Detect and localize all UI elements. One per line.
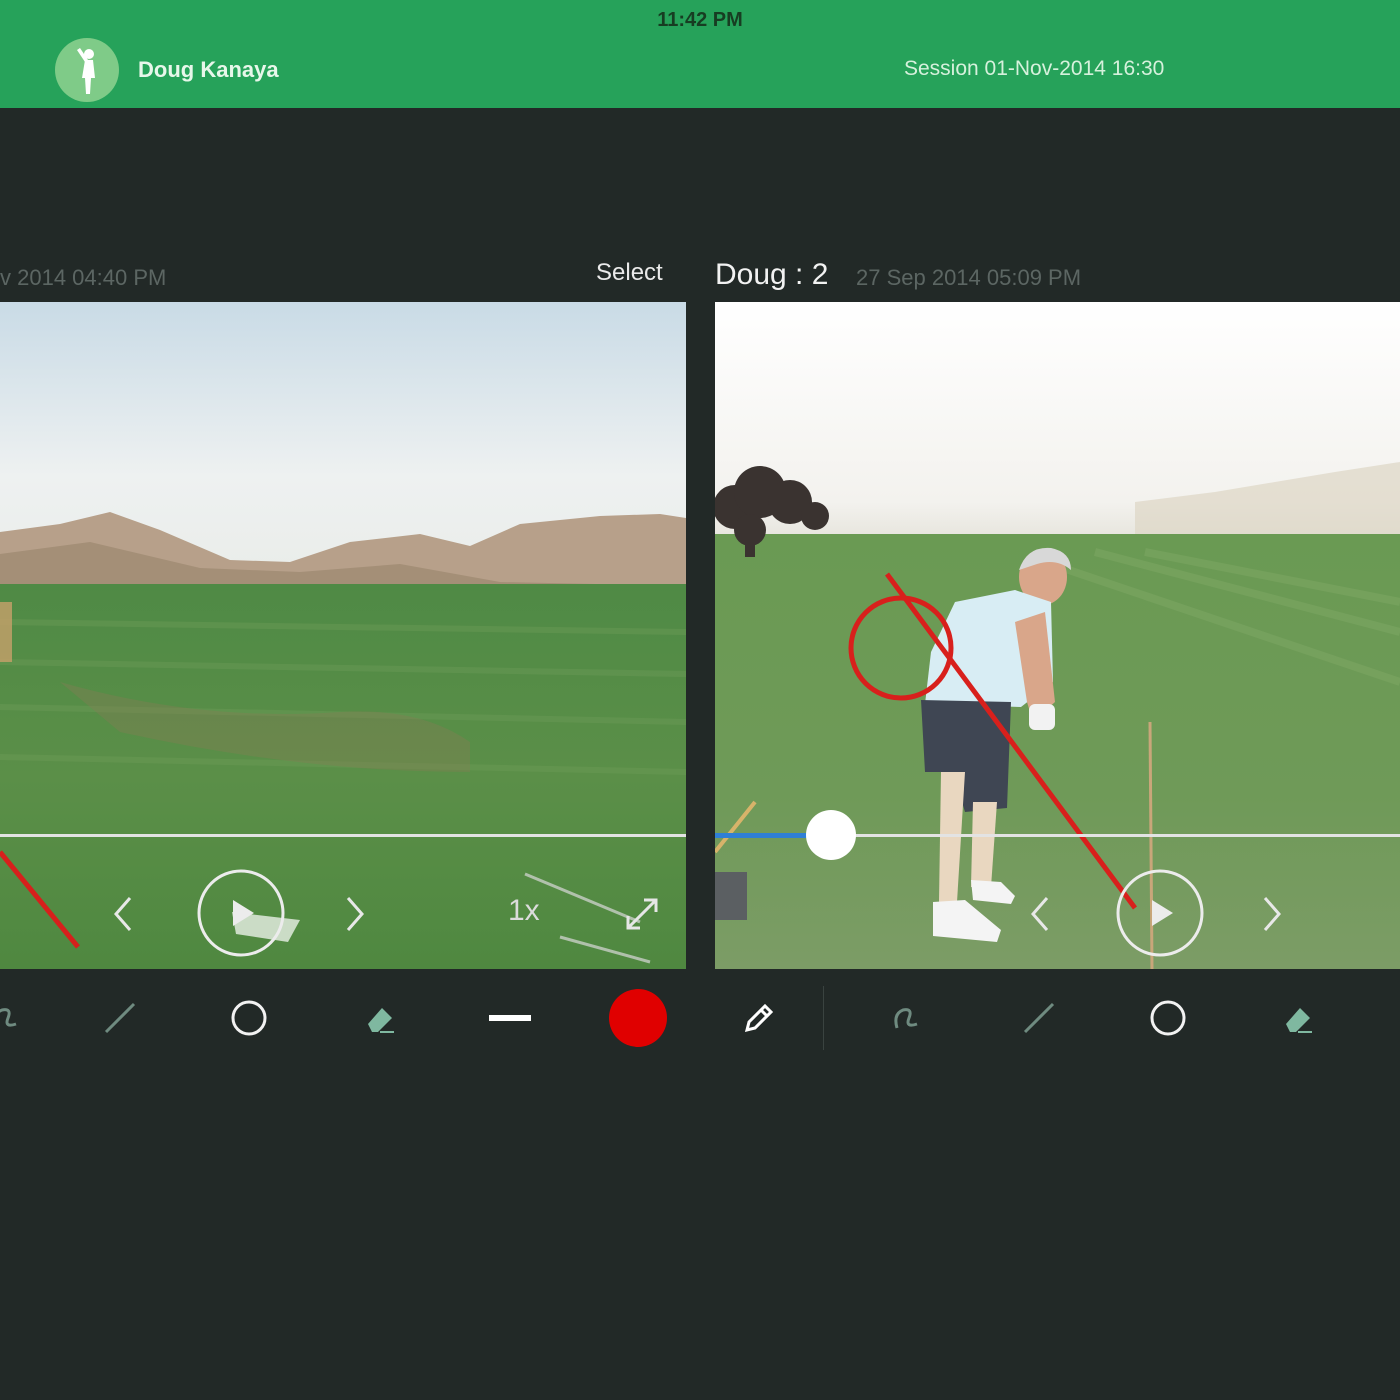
play-icon[interactable] [1115,868,1205,958]
color-swatch[interactable] [608,972,668,1064]
app-header: 11:42 PM Doug Kanaya Session 01-Nov-2014… [0,0,1400,108]
right-drawing-toolbar [715,972,1400,1064]
right-video-frame [715,302,1400,969]
next-frame-icon[interactable] [340,894,370,934]
left-drawing-toolbar [0,972,700,1064]
line-icon[interactable] [90,972,150,1064]
freehand-icon[interactable] [879,972,939,1064]
right-video-title: Doug : 2 [715,258,829,291]
left-video-player[interactable]: 1x [0,302,686,969]
prev-frame-icon[interactable] [108,894,138,934]
pencil-icon[interactable] [729,972,789,1064]
select-button[interactable]: Select [596,259,663,287]
left-video-date: v 2014 04:40 PM [0,265,167,290]
eraser-icon[interactable] [350,972,410,1064]
fullscreen-icon[interactable] [622,894,662,934]
circle-icon[interactable] [1138,972,1198,1064]
freehand-icon[interactable] [0,972,38,1064]
right-video-date: 27 Sep 2014 05:09 PM [856,265,1082,290]
next-frame-icon[interactable] [1257,894,1287,934]
user-name: Doug Kanaya [138,57,279,82]
right-video-player[interactable] [715,302,1400,969]
playback-speed[interactable]: 1x [508,894,540,928]
scrub-thumb[interactable] [806,810,856,860]
left-video-frame [0,302,686,969]
line-width-icon[interactable] [480,972,540,1064]
eraser-icon[interactable] [1268,972,1328,1064]
prev-frame-icon[interactable] [1025,894,1055,934]
avatar[interactable] [55,38,119,102]
circle-icon[interactable] [219,972,279,1064]
play-icon[interactable] [196,868,286,958]
golfer-icon [77,48,95,94]
status-time: 11:42 PM [657,9,743,31]
line-icon[interactable] [1009,972,1069,1064]
scrub-track[interactable] [0,834,686,837]
toolbar-divider [823,986,824,1050]
session-label: Session 01-Nov-2014 16:30 [904,57,1165,80]
